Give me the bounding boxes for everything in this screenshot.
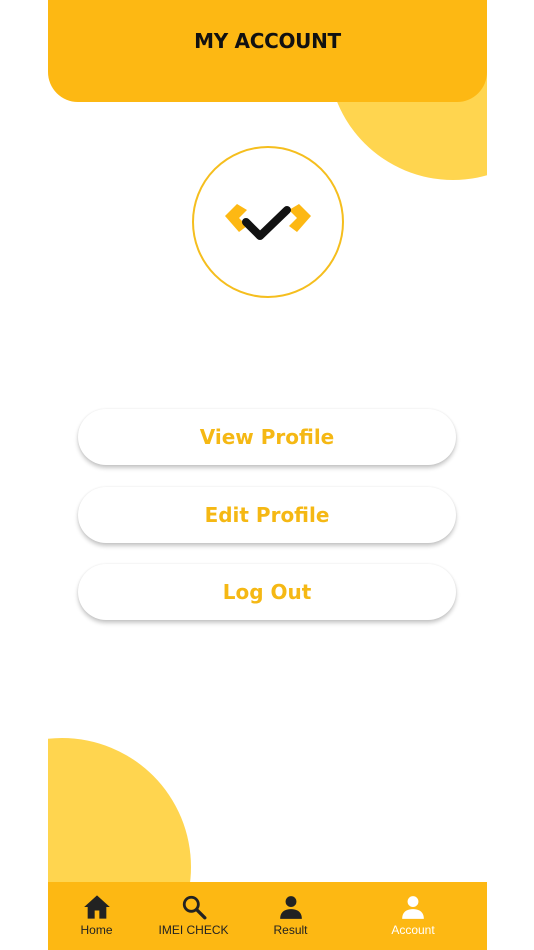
- nav-item-label: Account: [391, 923, 435, 937]
- nav-item-label: Result: [273, 923, 308, 937]
- nav-item-account[interactable]: Account: [339, 882, 487, 950]
- nav-item-label: Home: [80, 923, 113, 937]
- app-screen: MY ACCOUNT View Profile Edit Profile Log…: [48, 0, 487, 950]
- nav-item-imei-check[interactable]: IMEI CHECK: [145, 882, 242, 950]
- nav-item-result[interactable]: Result: [242, 882, 339, 950]
- nav-item-label: IMEI CHECK: [158, 923, 229, 937]
- search-icon: [182, 895, 206, 920]
- app-logo: [192, 146, 344, 298]
- edit-profile-button[interactable]: Edit Profile: [78, 487, 456, 543]
- bottom-navigation: Home IMEI CHECK Result Account: [48, 882, 487, 950]
- person-icon: [279, 896, 302, 919]
- header-bar: MY ACCOUNT: [48, 0, 487, 102]
- nav-item-home[interactable]: Home: [48, 882, 145, 950]
- account-icon: [402, 896, 424, 919]
- checkmark-logo-icon: [225, 204, 311, 240]
- logout-button[interactable]: Log Out: [78, 564, 456, 620]
- home-icon: [83, 895, 110, 919]
- page-title: MY ACCOUNT: [194, 29, 341, 53]
- view-profile-button[interactable]: View Profile: [78, 409, 456, 465]
